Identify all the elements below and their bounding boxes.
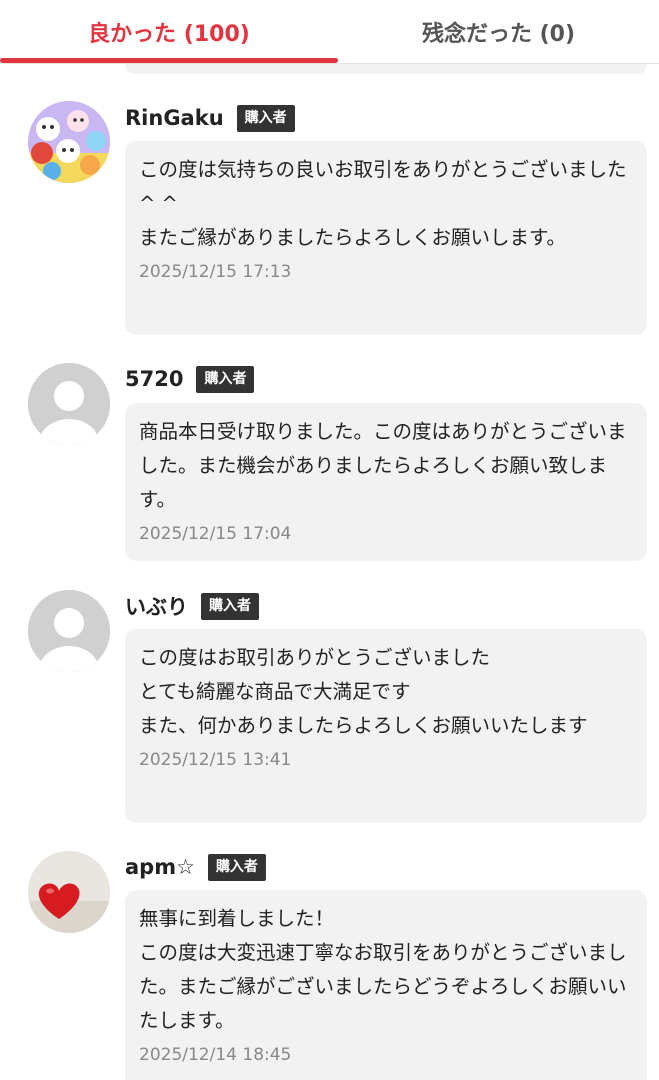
review-bubble: 無事に到着しました！ この度は大変迅速丁寧なお取引をありがとうございました。また… xyxy=(125,890,647,1080)
tab-bad[interactable]: 残念だった (0) xyxy=(338,0,659,64)
reviewer-name[interactable]: apm☆ xyxy=(125,855,195,879)
avatar[interactable] xyxy=(28,590,110,672)
review-comment: 商品本日受け取りました。この度はありがとうございました。また機会がありましたらよ… xyxy=(139,420,627,511)
review-date: 2025/12/14 18:45 xyxy=(139,1045,292,1065)
tab-good[interactable]: 良かった (100) xyxy=(0,0,338,64)
red-heart-icon xyxy=(28,851,110,933)
review-bubble: この度はお取引ありがとうございました とても綺麗な商品で大満足です また、何かあ… xyxy=(125,629,647,823)
avatar[interactable] xyxy=(28,101,110,183)
review-date: 2025/12/15 17:04 xyxy=(139,524,292,544)
review-comment: この度は気持ちの良いお取引をありがとうございました^ ^ またご縁がありましたら… xyxy=(139,158,627,249)
review-date: 2025/12/15 17:13 xyxy=(139,262,292,282)
reviewer-name[interactable]: いぶり xyxy=(125,591,188,621)
review-comment: この度はお取引ありがとうございました とても綺麗な商品で大満足です また、何かあ… xyxy=(139,646,588,737)
review-comment: 無事に到着しました！ この度は大変迅速丁寧なお取引をありがとうございました。また… xyxy=(139,907,627,1032)
avatar[interactable] xyxy=(28,851,110,933)
purchaser-badge: 購入者 xyxy=(201,592,259,620)
character-collage-icon xyxy=(28,101,110,183)
review-bubble: この度は気持ちの良いお取引をありがとうございました^ ^ またご縁がありましたら… xyxy=(125,141,647,335)
default-user-icon xyxy=(28,590,110,672)
review-bubble: 商品本日受け取りました。この度はありがとうございました。また機会がありましたらよ… xyxy=(125,403,647,561)
review-tabs: 良かった (100) 残念だった (0) xyxy=(0,0,659,64)
previous-review-bubble xyxy=(125,64,647,74)
default-user-icon xyxy=(28,363,110,445)
purchaser-badge: 購入者 xyxy=(236,104,295,132)
purchaser-badge: 購入者 xyxy=(207,853,266,881)
reviewer-name[interactable]: RinGaku xyxy=(125,106,224,130)
active-tab-indicator xyxy=(0,58,338,63)
reviewer-name[interactable]: 5720 xyxy=(125,367,183,391)
review-date: 2025/12/15 13:41 xyxy=(139,750,292,770)
avatar[interactable] xyxy=(28,363,110,445)
purchaser-badge: 購入者 xyxy=(196,365,255,393)
